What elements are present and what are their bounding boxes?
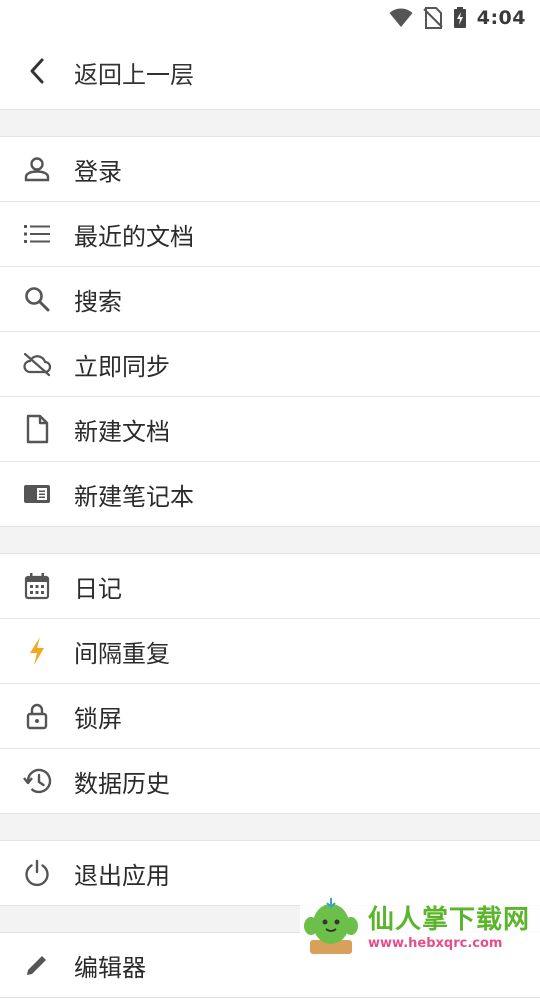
menu-group-1: 登录 最近的文档 搜索 立即同步 新建文档 新建笔记本 <box>0 137 540 527</box>
chevron-left-icon <box>27 57 47 89</box>
edit-icon <box>0 951 74 979</box>
notebook-icon <box>0 483 74 505</box>
watermark-url: www.hebxqrc.com <box>368 935 503 951</box>
cactus-logo-icon <box>300 896 362 960</box>
menu-item-new-document[interactable]: 新建文档 <box>0 397 540 462</box>
menu-group-2: 日记 间隔重复 锁屏 数据历史 <box>0 554 540 814</box>
menu-item-label: 新建笔记本 <box>74 482 194 511</box>
watermark: 仙人掌下载网 www.hebxqrc.com <box>300 896 540 960</box>
menu-item-label: 新建文档 <box>74 417 170 446</box>
menu-item-label: 日记 <box>74 574 122 603</box>
history-icon <box>0 767 74 795</box>
menu-item-label: 退出应用 <box>74 861 170 890</box>
menu-item-label: 编辑器 <box>74 953 146 982</box>
menu-item-spaced-repetition[interactable]: 间隔重复 <box>0 619 540 684</box>
header: 返回上一层 <box>0 36 540 110</box>
menu-item-search[interactable]: 搜索 <box>0 267 540 332</box>
header-title[interactable]: 返回上一层 <box>74 55 194 90</box>
menu-item-data-history[interactable]: 数据历史 <box>0 749 540 814</box>
menu-item-diary[interactable]: 日记 <box>0 554 540 619</box>
search-icon <box>0 285 74 313</box>
watermark-title: 仙人掌下载网 <box>368 904 531 935</box>
menu-item-label: 登录 <box>74 157 122 186</box>
section-divider <box>0 110 540 137</box>
menu-item-label: 立即同步 <box>74 352 170 381</box>
menu-item-sync-now[interactable]: 立即同步 <box>0 332 540 397</box>
menu-item-label: 间隔重复 <box>74 639 170 668</box>
menu-item-label: 锁屏 <box>74 704 122 733</box>
section-divider <box>0 814 540 841</box>
power-icon <box>0 859 74 887</box>
status-time: 4:04 <box>476 7 526 29</box>
menu-item-label: 数据历史 <box>74 769 170 798</box>
menu-item-new-notebook[interactable]: 新建笔记本 <box>0 462 540 527</box>
battery-icon <box>453 7 467 29</box>
menu-item-recent-docs[interactable]: 最近的文档 <box>0 202 540 267</box>
no-sim-icon <box>423 7 443 29</box>
document-icon <box>0 414 74 444</box>
menu-item-lock-screen[interactable]: 锁屏 <box>0 684 540 749</box>
menu-item-label: 搜索 <box>74 287 122 316</box>
menu-item-label: 最近的文档 <box>74 222 194 251</box>
calendar-icon <box>0 572 74 600</box>
wifi-icon <box>389 8 413 28</box>
menu-item-login[interactable]: 登录 <box>0 137 540 202</box>
lock-icon <box>0 702 74 730</box>
status-bar: 4:04 <box>0 0 540 36</box>
back-button[interactable] <box>0 36 74 109</box>
lightning-icon <box>0 636 74 666</box>
cloud-off-icon <box>0 351 74 377</box>
section-divider <box>0 527 540 554</box>
list-icon <box>0 222 74 246</box>
person-icon <box>0 155 74 183</box>
